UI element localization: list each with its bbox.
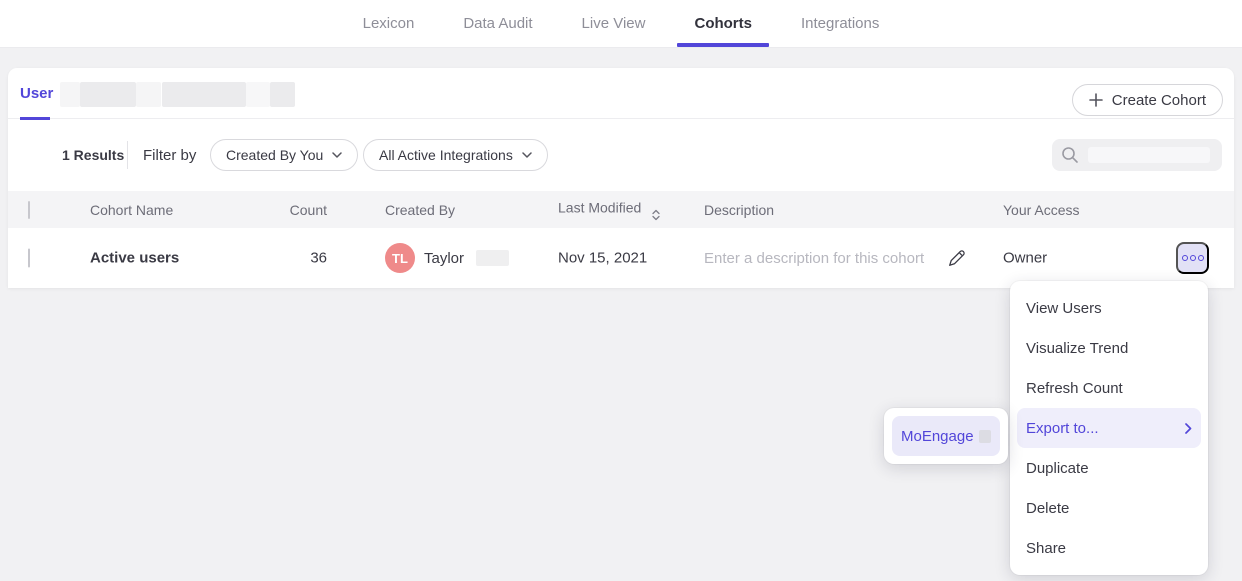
cohorts-page: { "nav": { "tabs": [ { "label": "Lexicon… <box>0 0 1242 581</box>
redacted-block <box>162 82 246 107</box>
description-field[interactable]: Enter a description for this cohort <box>704 248 967 268</box>
nav-tab-cohorts[interactable]: Cohorts <box>694 0 752 47</box>
row-actions-button[interactable] <box>1176 242 1209 274</box>
cohort-type-tabs: User Create Cohort <box>8 68 1234 119</box>
submenu-item-moengage[interactable]: MoEngage <box>892 416 1000 456</box>
header-description: Description <box>704 202 774 218</box>
nav-tab-label: Lexicon <box>363 15 415 32</box>
redacted-block <box>270 82 295 107</box>
created-by-dropdown-value: Created By You <box>226 147 323 163</box>
menu-item-refresh-count[interactable]: Refresh Count <box>1017 368 1201 408</box>
table-row: Active users 36 TL Taylor Nov 15, 2021 E… <box>8 228 1234 288</box>
header-created-by[interactable]: Created By <box>385 202 455 218</box>
row-actions-menu: View Users Visualize Trend Refresh Count… <box>1010 281 1208 575</box>
description-placeholder-text: Enter a description for this cohort <box>704 250 924 267</box>
plus-icon <box>1089 93 1103 107</box>
nav-tab-data-audit[interactable]: Data Audit <box>463 0 532 47</box>
search-input[interactable] <box>1052 139 1222 171</box>
create-cohort-button[interactable]: Create Cohort <box>1072 84 1223 116</box>
create-cohort-label: Create Cohort <box>1112 92 1206 109</box>
header-count[interactable]: Count <box>238 202 327 218</box>
filter-by-label: Filter by <box>143 147 196 164</box>
header-last-modified[interactable]: Last Modified <box>558 199 660 220</box>
row-checkbox[interactable] <box>28 249 30 268</box>
redacted-surname <box>476 250 509 266</box>
integrations-dropdown-value: All Active Integrations <box>379 147 513 163</box>
avatar: TL <box>385 243 415 273</box>
menu-item-duplicate[interactable]: Duplicate <box>1017 448 1201 488</box>
redacted-block <box>80 82 136 107</box>
cohort-count: 36 <box>238 250 327 267</box>
integrations-dropdown[interactable]: All Active Integrations <box>363 139 548 171</box>
menu-item-share[interactable]: Share <box>1017 528 1201 568</box>
ellipsis-icon <box>1182 255 1188 261</box>
sort-icon[interactable] <box>652 209 660 220</box>
nav-tab-integrations[interactable]: Integrations <box>801 0 879 47</box>
tab-user[interactable]: User <box>20 68 53 119</box>
search-icon <box>1061 146 1079 164</box>
cohort-name-link[interactable]: Active users <box>90 250 179 267</box>
menu-item-view-users[interactable]: View Users <box>1017 288 1201 328</box>
top-nav: Lexicon Data Audit Live View Cohorts Int… <box>0 0 1242 48</box>
menu-item-visualize-trend[interactable]: Visualize Trend <box>1017 328 1201 368</box>
nav-tab-live-view[interactable]: Live View <box>582 0 646 47</box>
nav-tab-label: Data Audit <box>463 15 532 32</box>
created-by-dropdown[interactable]: Created By You <box>210 139 358 171</box>
last-modified-value: Nov 15, 2021 <box>558 250 647 267</box>
your-access-value: Owner <box>1003 250 1047 267</box>
redacted-block <box>60 82 80 107</box>
tab-user-label: User <box>20 85 53 102</box>
created-by-cell: TL Taylor <box>385 243 509 273</box>
export-submenu: MoEngage <box>884 408 1008 464</box>
divider <box>127 141 128 169</box>
results-count: 1 Results <box>62 147 124 163</box>
created-by-name: Taylor <box>424 250 464 267</box>
nav-tab-label: Live View <box>582 15 646 32</box>
redacted-block <box>979 430 991 443</box>
nav-tab-label: Integrations <box>801 15 879 32</box>
filter-bar: 1 Results Filter by Created By You All A… <box>8 119 1234 191</box>
cohorts-card: User Create Cohort 1 Results Filter by C… <box>8 68 1234 288</box>
select-all-checkbox[interactable] <box>28 201 30 219</box>
table-header: Cohort Name Count Created By Last Modifi… <box>8 191 1234 228</box>
menu-item-export-to[interactable]: Export to... <box>1017 408 1201 448</box>
header-your-access: Your Access <box>1003 202 1080 218</box>
pencil-icon[interactable] <box>947 248 967 268</box>
header-last-modified-label: Last Modified <box>558 199 641 215</box>
chevron-right-icon <box>1185 423 1192 434</box>
menu-item-delete[interactable]: Delete <box>1017 488 1201 528</box>
redacted-block <box>136 82 161 107</box>
chevron-down-icon <box>332 152 342 158</box>
redacted-block <box>246 82 270 107</box>
header-cohort-name[interactable]: Cohort Name <box>90 202 173 218</box>
nav-tab-label: Cohorts <box>694 15 752 32</box>
nav-tab-lexicon[interactable]: Lexicon <box>363 0 415 47</box>
redacted-search-text <box>1088 147 1210 163</box>
active-tab-underline <box>677 43 769 47</box>
chevron-down-icon <box>522 152 532 158</box>
